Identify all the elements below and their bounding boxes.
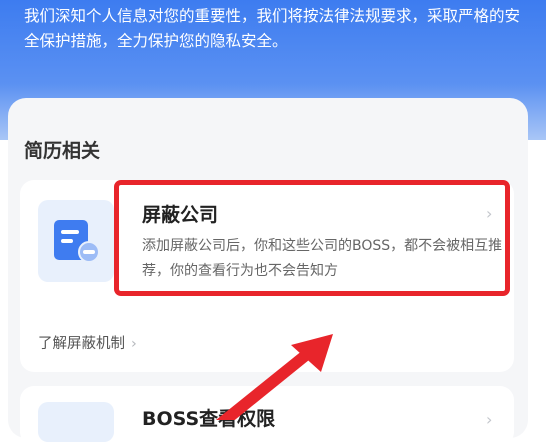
privacy-intro-text: 我们深知个人信息对您的重要性，我们将按法律法规要求，采取严格的安全保护措施，全力… <box>24 7 521 50</box>
learn-block-mechanism-link[interactable]: 了解屏蔽机制 › <box>38 332 137 353</box>
boss-permission-title: BOSS查看权限 <box>142 408 276 430</box>
block-company-tile <box>38 200 114 282</box>
learn-more-label: 了解屏蔽机制 <box>38 336 125 352</box>
highlight-box <box>114 180 510 296</box>
section-title: 简历相关 <box>24 140 101 162</box>
document-icon <box>54 220 100 263</box>
boss-permission-tile <box>38 402 114 442</box>
chevron-right-icon: › <box>131 336 137 352</box>
